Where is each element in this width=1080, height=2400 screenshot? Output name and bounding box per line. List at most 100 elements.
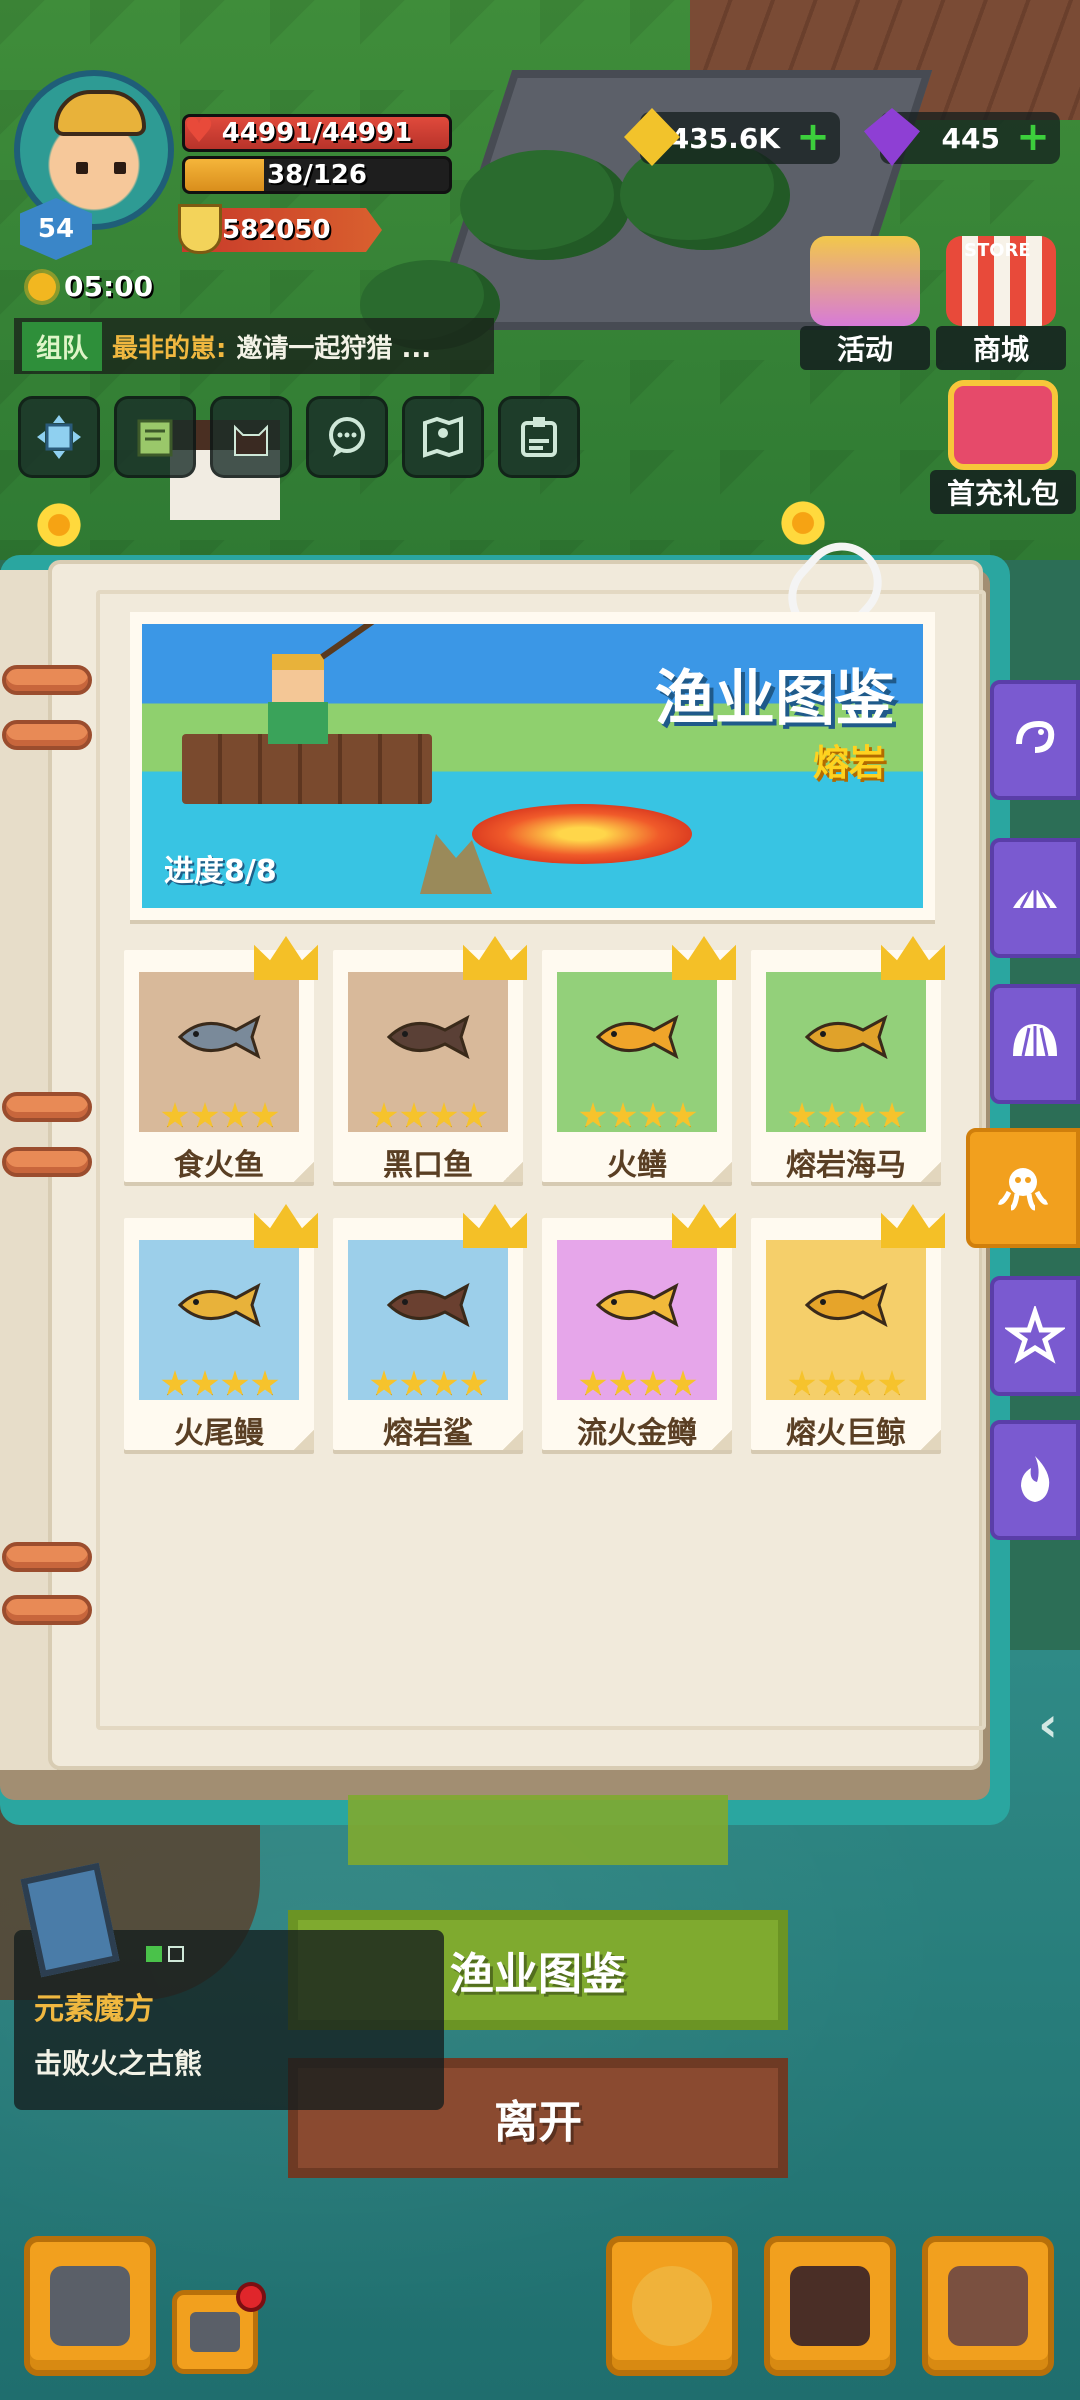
fish-name: 食火鱼 — [174, 1148, 264, 1183]
scale-button[interactable] — [18, 396, 100, 478]
fish-name: 火鳝 — [607, 1148, 667, 1183]
star-icon — [669, 1102, 697, 1128]
star-rating — [370, 1102, 488, 1130]
fish-icon — [592, 1012, 682, 1062]
star-icon — [788, 1370, 816, 1396]
star-rating — [788, 1102, 906, 1130]
backpack-icon — [948, 2266, 1028, 2346]
flower — [778, 498, 828, 548]
character-button[interactable] — [606, 2236, 738, 2376]
star-icon — [609, 1370, 637, 1396]
star-icon — [788, 1102, 816, 1128]
heart-icon: ♥ — [183, 111, 215, 151]
star-icon — [669, 1370, 697, 1396]
gold-counter: 435.6K + — [624, 108, 840, 166]
fish-card[interactable]: 火尾鳗 — [124, 1204, 318, 1451]
fish-icon — [592, 1280, 682, 1330]
star-icon — [400, 1102, 428, 1128]
badge-button[interactable] — [498, 396, 580, 478]
page-dot — [168, 1946, 184, 1962]
collapse-arrow-icon[interactable]: ‹ — [1020, 1690, 1076, 1760]
energy-text: 38/126 — [267, 160, 367, 190]
fish-card[interactable]: 黑口鱼 — [333, 936, 527, 1183]
side-tab[interactable] — [966, 1128, 1080, 1248]
character-icon — [632, 2266, 712, 2346]
side-tab[interactable] — [990, 680, 1080, 800]
sun-icon — [28, 272, 56, 301]
camera-icon — [190, 2312, 240, 2352]
flame-icon — [1021, 1456, 1050, 1502]
fisher-head — [272, 654, 324, 702]
quest-title: 元素魔方 — [34, 1992, 154, 2027]
starfish-icon — [1005, 1306, 1065, 1364]
fish-icon — [801, 1280, 891, 1330]
journal-subtitle: 熔岩 — [812, 743, 885, 784]
journal-progress: 进度8/8 — [164, 854, 277, 889]
fish-card[interactable]: 熔岩海马 — [751, 936, 945, 1183]
hp-text: 44991/44991 — [221, 118, 413, 148]
fish-tile — [766, 972, 926, 1132]
star-icon — [221, 1102, 249, 1128]
map-book-button[interactable] — [114, 396, 196, 478]
first-recharge-label: 首充礼包 — [930, 470, 1076, 514]
star-rating — [788, 1370, 906, 1398]
star-icon — [161, 1370, 189, 1396]
add-gem-icon[interactable]: + — [1016, 117, 1050, 157]
chat-button[interactable] — [306, 396, 388, 478]
hidden-button — [348, 1795, 728, 1865]
fishing-rod — [320, 624, 537, 660]
shell-icon — [1013, 881, 1057, 909]
hp-bar: 44991/44991 — [182, 114, 452, 152]
journal-banner: 渔业图鉴 熔岩 进度8/8 — [130, 612, 935, 920]
fish-card[interactable]: 流火金鳟 — [542, 1204, 736, 1451]
timer: 05:00 — [28, 270, 153, 303]
pets-button[interactable] — [764, 2236, 896, 2376]
star-icon — [191, 1102, 219, 1128]
fish-card[interactable]: 熔火巨鲸 — [751, 1204, 945, 1451]
side-tab[interactable] — [990, 838, 1080, 958]
side-tab[interactable] — [990, 984, 1080, 1104]
star-rating — [579, 1102, 697, 1130]
fish-name: 熔火巨鲸 — [786, 1416, 906, 1451]
hat — [54, 90, 146, 136]
side-tab[interactable] — [990, 1420, 1080, 1540]
fish-card[interactable]: 食火鱼 — [124, 936, 318, 1183]
star-icon — [370, 1370, 398, 1396]
binder-ring — [2, 665, 92, 695]
cat-button[interactable] — [210, 396, 292, 478]
eye — [76, 162, 88, 174]
card-fold — [503, 1430, 523, 1450]
fish-icon — [383, 1280, 473, 1330]
events-button[interactable]: 活动 — [800, 236, 930, 370]
fish-card[interactable]: 熔岩鲨 — [333, 1204, 527, 1451]
fish-icon — [174, 1280, 264, 1330]
card-fold — [712, 1430, 732, 1450]
craft-hammer-button[interactable] — [24, 2236, 156, 2376]
fish-tile — [557, 1240, 717, 1400]
chat-icon — [329, 417, 365, 457]
star-icon — [460, 1370, 488, 1396]
side-tab[interactable] — [990, 1276, 1080, 1396]
backpack-button[interactable] — [922, 2236, 1054, 2376]
star-icon — [639, 1370, 667, 1396]
binder-ring — [2, 1147, 92, 1177]
scallop-icon — [1013, 1024, 1057, 1057]
team-chat-bar[interactable]: 组队 最非的崽: 邀请一起狩猎 ... — [14, 318, 494, 374]
page-dot — [146, 1946, 162, 1962]
binder-ring — [2, 1595, 92, 1625]
store-button[interactable]: STORE 商城 — [936, 236, 1066, 370]
lava-glow — [472, 804, 692, 864]
star-icon — [370, 1102, 398, 1128]
gem-amount: 445 — [941, 121, 1000, 155]
star-icon — [878, 1102, 906, 1128]
fish-card[interactable]: 火鳝 — [542, 936, 736, 1183]
add-gold-icon[interactable]: + — [796, 117, 830, 157]
first-recharge-button[interactable]: 首充礼包 — [930, 380, 1076, 514]
map-button[interactable] — [402, 396, 484, 478]
eye — [114, 162, 126, 174]
player-avatar[interactable]: 54 — [14, 70, 184, 260]
fishing-journal-button-label: 渔业图鉴 — [450, 1949, 626, 2000]
card-fold — [921, 1162, 941, 1182]
card-fold — [294, 1162, 314, 1182]
trophy-icon — [178, 204, 222, 254]
